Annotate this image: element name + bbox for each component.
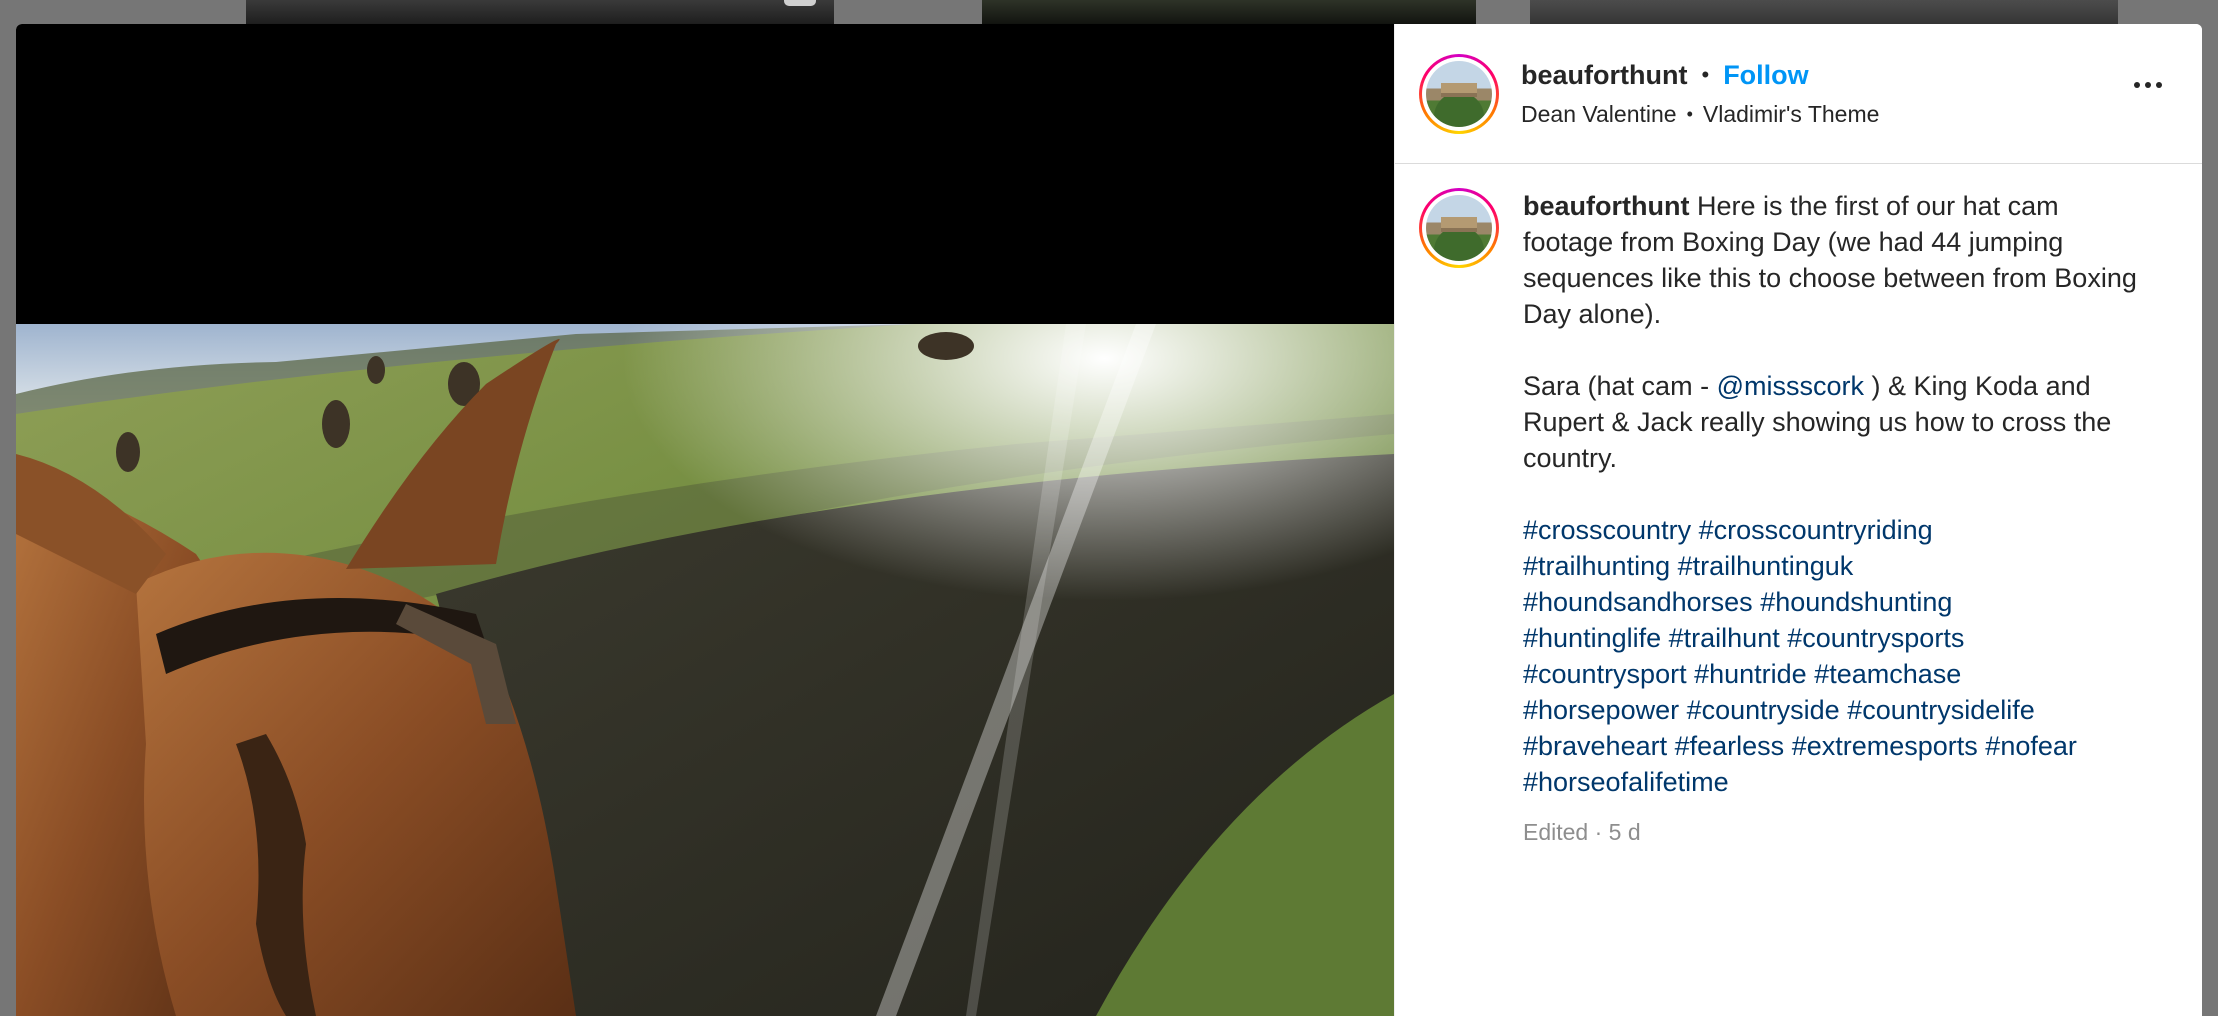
hashtag-link[interactable]: #huntride: [1694, 659, 1807, 689]
feed-tile-badge: [784, 0, 816, 6]
hashtag-link[interactable]: #huntinglife: [1523, 623, 1661, 653]
profile-avatar[interactable]: [1419, 53, 1499, 134]
header-text: beauforthunt • Follow Dean Valentine • V…: [1521, 60, 1879, 128]
hashtag-link[interactable]: #trailhunt: [1669, 623, 1780, 653]
feed-tile[interactable]: [246, 0, 834, 24]
caption-text-segment: Sara (hat cam -: [1523, 371, 1717, 401]
hashtag-link[interactable]: #teamchase: [1814, 659, 1961, 689]
hashtag-link[interactable]: #houndshunting: [1760, 587, 1952, 617]
header-subtitle-name[interactable]: Dean Valentine: [1521, 101, 1677, 128]
post-media[interactable]: [16, 24, 1394, 1016]
feed-tile[interactable]: [1530, 0, 2118, 24]
caption-text: beauforthunt Here is the first of our ha…: [1523, 188, 2143, 850]
separator-dot: •: [1686, 103, 1693, 124]
hashtag-link[interactable]: #nofear: [1985, 731, 2077, 761]
hashtag-link[interactable]: #countryside: [1687, 695, 1840, 725]
post-modal: beauforthunt • Follow Dean Valentine • V…: [16, 24, 2202, 1016]
caption-paragraph-2: Sara (hat cam - @missscork ) & King Koda…: [1523, 368, 2143, 476]
header-username[interactable]: beauforthunt: [1521, 60, 1687, 91]
hashtag-list: #crosscountry #crosscountryriding #trail…: [1523, 512, 2143, 800]
avatar-image: [1426, 60, 1492, 127]
hashtag-link[interactable]: #trailhuntinguk: [1678, 551, 1854, 581]
post-side-panel: beauforthunt • Follow Dean Valentine • V…: [1394, 24, 2202, 1016]
hat-cam-video-still: [16, 324, 1394, 1016]
hashtag-link[interactable]: #horsepower: [1523, 695, 1679, 725]
post-meta: Edited · 5 d: [1523, 819, 1641, 845]
follow-button[interactable]: Follow: [1723, 60, 1808, 91]
separator-dot: •: [1701, 62, 1710, 87]
feed-tile[interactable]: [982, 0, 1476, 24]
hashtag-link[interactable]: #countrysport: [1523, 659, 1687, 689]
hashtag-link[interactable]: #braveheart: [1523, 731, 1667, 761]
post-header: beauforthunt • Follow Dean Valentine • V…: [1395, 24, 2202, 164]
video-frame[interactable]: [16, 324, 1394, 1016]
audio-title-link[interactable]: Vladimir's Theme: [1703, 101, 1880, 128]
hashtag-link[interactable]: #trailhunting: [1523, 551, 1670, 581]
hashtag-link[interactable]: #extremesports: [1792, 731, 1978, 761]
more-horizontal-icon[interactable]: [2134, 82, 2162, 88]
hashtag-link[interactable]: #crosscountry: [1523, 515, 1691, 545]
hashtag-link[interactable]: #houndsandhorses: [1523, 587, 1753, 617]
hashtag-link[interactable]: #countrysports: [1787, 623, 1964, 653]
hashtag-link[interactable]: #horseofalifetime: [1523, 767, 1729, 797]
hashtag-link[interactable]: #fearless: [1675, 731, 1785, 761]
hashtag-link[interactable]: #countrysidelife: [1847, 695, 2035, 725]
hashtag-link[interactable]: #crosscountryriding: [1699, 515, 1933, 545]
caption: beauforthunt Here is the first of our ha…: [1395, 164, 2202, 850]
caption-avatar[interactable]: [1419, 188, 1499, 268]
mention-link[interactable]: @missscork: [1717, 371, 1864, 401]
avatar-image: [1426, 195, 1492, 261]
caption-username[interactable]: beauforthunt: [1523, 191, 1689, 221]
